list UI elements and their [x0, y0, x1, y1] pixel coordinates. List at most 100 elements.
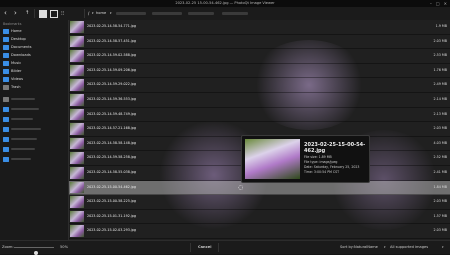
grid-view-icon[interactable] [39, 9, 47, 18]
sidebar-item-location[interactable] [3, 116, 65, 122]
sidebar-item-location[interactable] [3, 126, 65, 132]
settings-sliders-icon[interactable]: ⫶⫶ [61, 9, 64, 18]
file-name: 2023-02-25-15-00-54-462.jpg [87, 184, 136, 189]
file-list: 2023-02-25-14-58-54-771.jpg 1.9 MB 2023-02… [69, 20, 450, 240]
sidebar-item-downloads[interactable]: Downloads [3, 52, 65, 58]
file-name: 2023-02-25-14-59-09-206.jpg [87, 67, 136, 72]
redacted-label [11, 138, 37, 140]
tooltip-line: Time: 3:00:54 PM CST [304, 170, 340, 174]
sidebar-item-location[interactable] [3, 106, 65, 112]
file-row[interactable]: 2023-02-25-14-58-54-771.jpg 1.9 MB [69, 20, 450, 35]
file-row[interactable]: 2023-02-25-14-58-57-451.jpg 2.03 MB [69, 35, 450, 50]
sidebar-item-bilder[interactable]: Bilder [3, 68, 65, 74]
forward-icon[interactable]: › [14, 9, 17, 18]
thumbnail-image [70, 50, 84, 62]
file-size: 1.76 MB [433, 67, 448, 72]
folder-icon [3, 60, 9, 66]
folder-icon [3, 156, 9, 162]
maximize-button[interactable]: □ [436, 1, 440, 6]
file-size: 2.13 MB [433, 111, 448, 116]
minimize-button[interactable]: – [430, 1, 432, 6]
sidebar-item-label: Home [11, 29, 22, 33]
file-row[interactable]: 2023-02-25-14-59-09-206.jpg 1.76 MB [69, 64, 450, 79]
file-row[interactable]: 2023-02-25-15-02-03-293.jpg 2.03 MB [69, 224, 450, 239]
sidebar: Bookmarks Home Desktop Documents Downloa… [0, 20, 69, 240]
file-name: 2023-02-25-14-59-58-258.jpg [87, 155, 136, 160]
file-size: 2.53 MB [433, 53, 448, 58]
sidebar-title: Bookmarks [3, 22, 22, 26]
breadcrumb-home[interactable]: home [96, 9, 106, 18]
file-row[interactable]: 2023-02-25-14-59-36-553.jpg 2.14 MB [69, 93, 450, 108]
thumbnail-image [70, 181, 84, 194]
thumbnail-image [70, 196, 84, 208]
sidebar-item-label: Bilder [11, 69, 22, 73]
breadcrumb-item[interactable] [152, 12, 182, 15]
thumbnail-image [70, 79, 84, 91]
folder-icon [3, 126, 9, 132]
redacted-label [11, 108, 39, 110]
chevron-down-icon[interactable]: ▾ [384, 241, 386, 254]
sidebar-item-location[interactable] [3, 96, 65, 102]
sidebar-item-desktop[interactable]: Desktop [3, 36, 65, 42]
crumb-arrow-icon: ▾ [110, 11, 112, 15]
folder-icon [3, 116, 9, 122]
thumbnail-image [70, 152, 84, 164]
close-button[interactable]: ✕ [444, 1, 447, 6]
zoom-slider-handle[interactable] [34, 251, 38, 255]
statusbar-divider [190, 243, 191, 252]
zoom-value: 50% [60, 245, 68, 249]
sidebar-item-trash[interactable]: Trash [3, 84, 65, 90]
zoom-slider[interactable] [14, 247, 54, 255]
sidebar-item-label: Trash [11, 85, 21, 89]
redacted-label [11, 118, 33, 120]
window-controls: – □ ✕ [430, 1, 447, 6]
file-row[interactable]: 2023-02-25-15-01-31-192.jpg 1.57 MB [69, 210, 450, 225]
file-row[interactable]: 2023-02-25-14-59-48-749.jpg 2.13 MB [69, 108, 450, 123]
thumbnail-image [70, 108, 84, 121]
file-row[interactable]: 2023-02-25-14-59-02-588.jpg 2.53 MB [69, 49, 450, 64]
file-size: 2.03 MB [433, 126, 448, 131]
file-name: 2023-02-25-14-58-57-451.jpg [87, 38, 136, 43]
file-row[interactable]: 2023-02-25-15-00-58-225.jpg 2.03 MB [69, 195, 450, 210]
filter-dropdown[interactable]: All supported images [390, 241, 428, 254]
sort-dropdown[interactable]: NaturalName [354, 241, 378, 254]
redacted-label [11, 158, 31, 160]
file-size: 2.14 MB [433, 97, 448, 101]
sort-label: Sort by: [340, 245, 354, 249]
file-size: 2.03 MB [433, 199, 448, 204]
file-name: 2023-02-25-15-00-58-225.jpg [87, 199, 136, 204]
sidebar-item-music[interactable]: Music [3, 60, 65, 66]
sidebar-item-label: Documents [11, 45, 32, 49]
sidebar-item-location[interactable] [3, 136, 65, 142]
crumb-arrow-icon: ▾ [92, 11, 94, 15]
sidebar-item-videos[interactable]: Videos [3, 76, 65, 82]
toolbar-divider [34, 9, 35, 18]
folder-icon [3, 146, 9, 152]
file-name: 2023-02-25-14-57-21-168.jpg [87, 126, 136, 131]
file-size: 2.52 MB [433, 155, 448, 160]
tooltip-line: Date: Saturday, February 25, 2023 [304, 165, 360, 169]
sidebar-item-home[interactable]: Home [3, 28, 65, 34]
list-view-icon[interactable] [50, 9, 58, 18]
breadcrumb-item[interactable] [222, 12, 248, 15]
back-icon[interactable]: ‹ [4, 9, 7, 18]
sidebar-item-location[interactable] [3, 146, 65, 152]
sidebar-item-location[interactable] [3, 156, 65, 162]
sidebar-item-label: Videos [11, 77, 23, 81]
file-name: 2023-02-25-14-58-55-038.jpg [87, 170, 136, 174]
thumbnail-image [70, 210, 84, 223]
sidebar-item-documents[interactable]: Documents [3, 44, 65, 50]
file-name: 2023-02-25-15-01-31-192.jpg [87, 213, 136, 218]
folder-icon [3, 36, 9, 42]
cancel-button[interactable]: Cancel [198, 241, 211, 254]
mouse-cursor-icon: ◌ [238, 184, 244, 191]
root-icon[interactable]: / [88, 9, 89, 18]
up-icon[interactable]: ↑ [25, 9, 29, 18]
thumbnail-image [70, 94, 84, 106]
breadcrumb-item[interactable] [188, 12, 214, 15]
chevron-down-icon[interactable]: ▾ [442, 241, 444, 254]
toolbar-divider [84, 9, 85, 18]
file-name: 2023-02-25-14-59-48-749.jpg [87, 111, 136, 116]
breadcrumb-item[interactable] [116, 12, 146, 15]
file-row[interactable]: 2023-02-25-14-59-29-022.jpg 2.49 MB [69, 78, 450, 93]
